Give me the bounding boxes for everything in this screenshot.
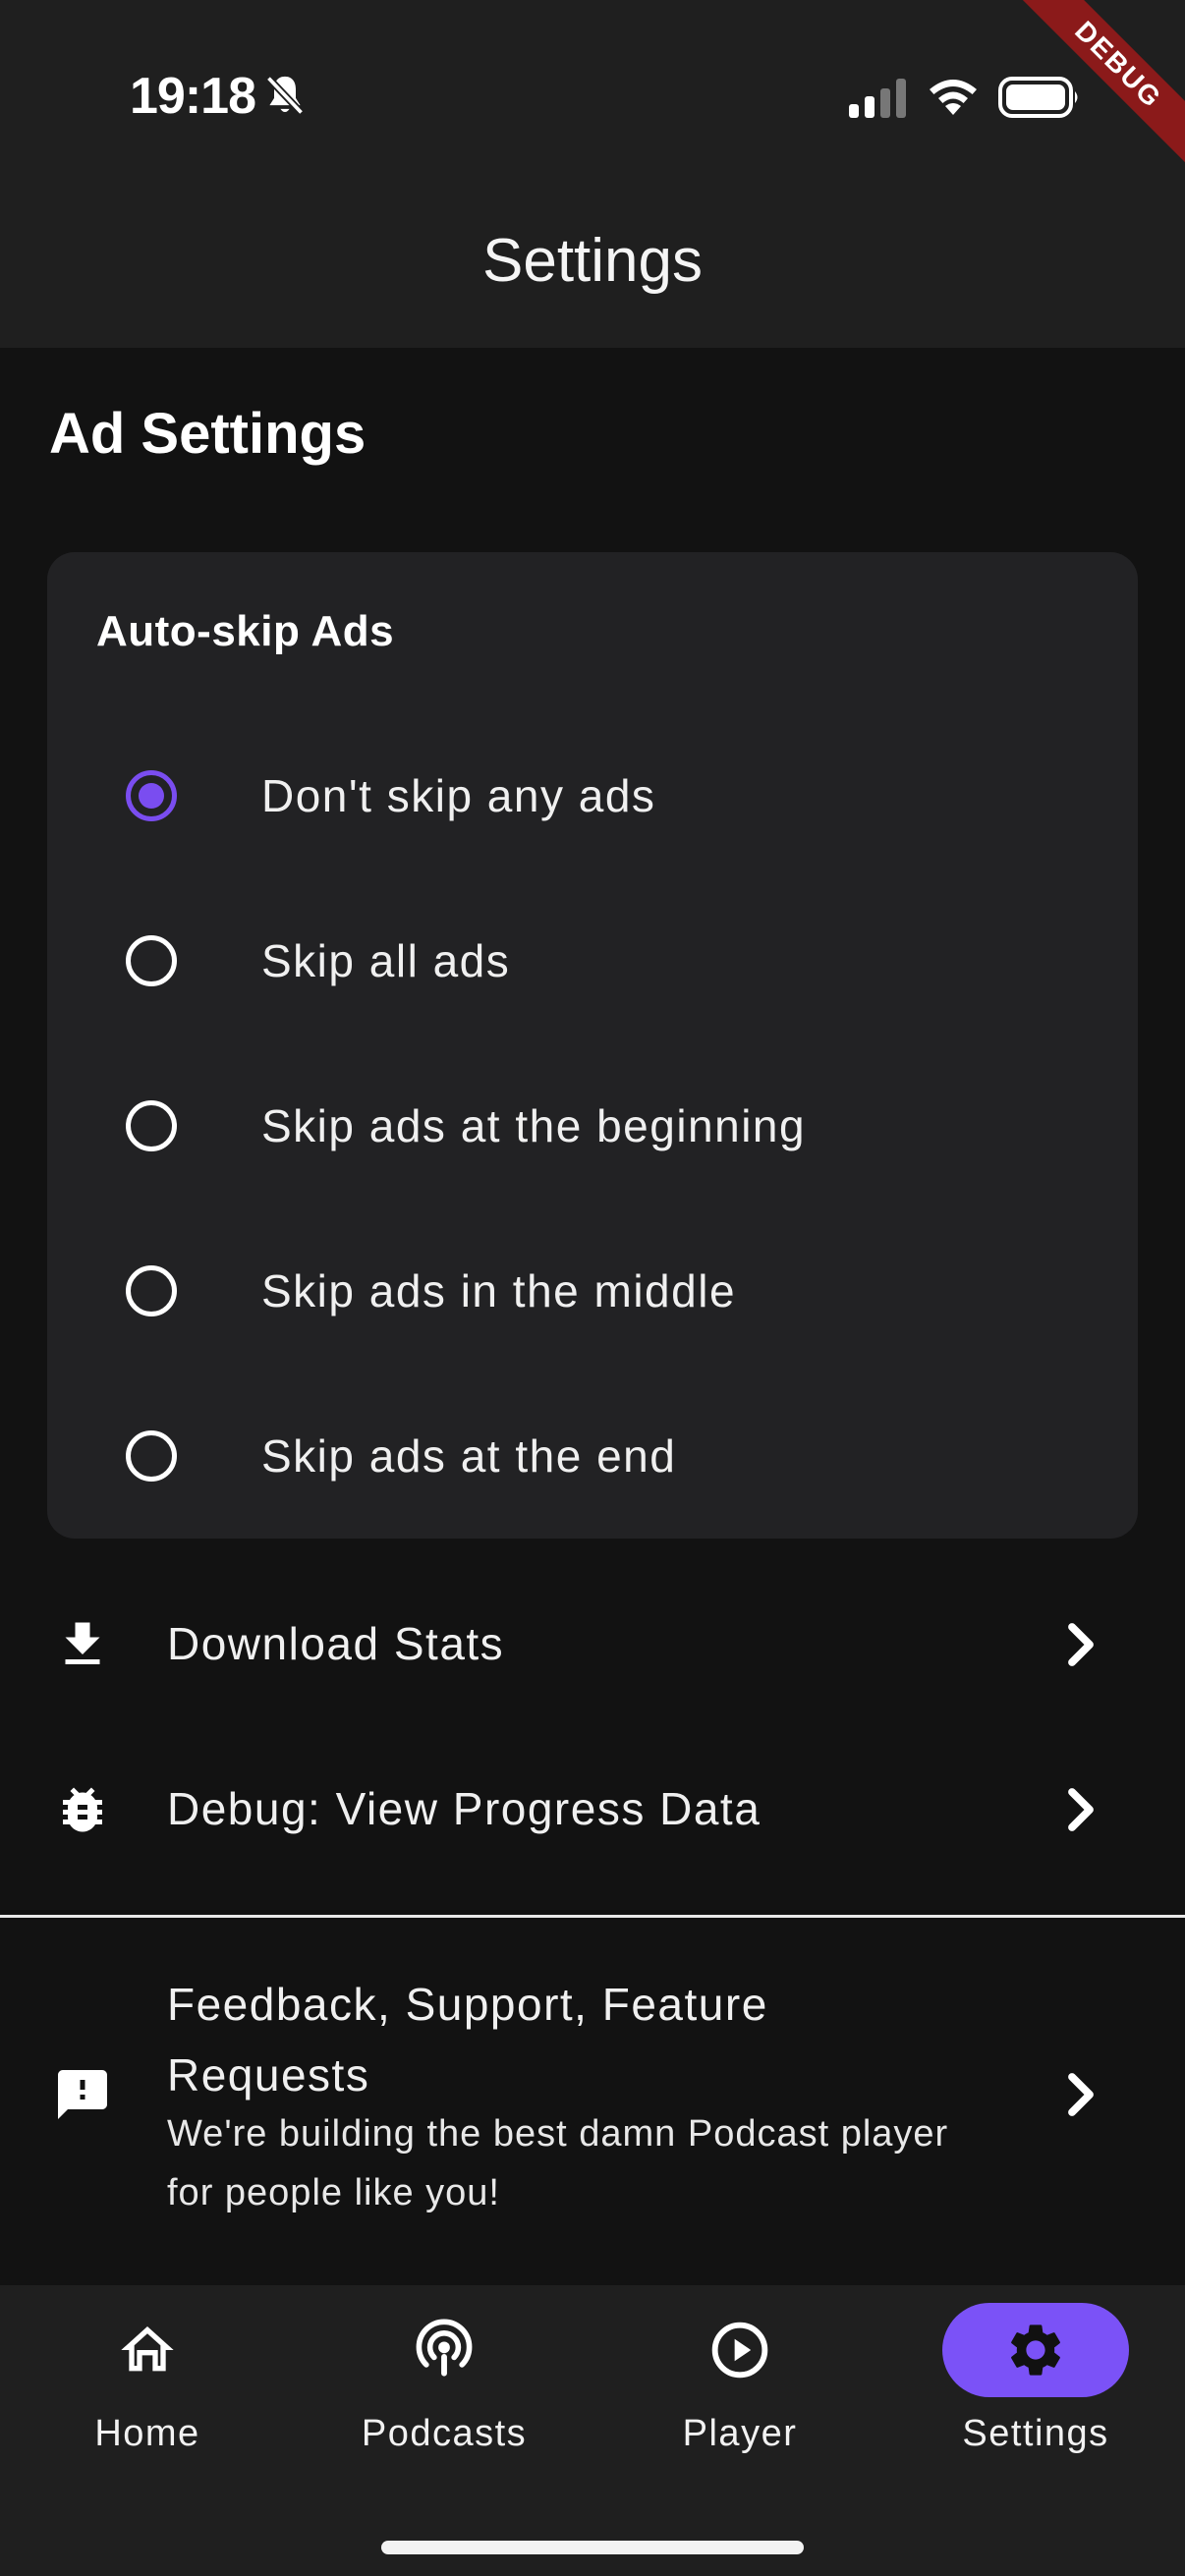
bottom-navigation: Home Podcasts Player Settings (0, 2285, 1185, 2576)
radio-option-label: Skip all ads (261, 935, 511, 986)
radio-option-skip-middle[interactable]: Skip ads in the middle (47, 1208, 1138, 1373)
status-time: 19:18 (130, 68, 256, 125)
radio-option-skip-beginning[interactable]: Skip ads at the beginning (47, 1043, 1138, 1208)
chevron-right-icon (1068, 2073, 1094, 2116)
radio-selected-icon[interactable] (126, 770, 177, 821)
radio-option-label: Skip ads at the beginning (261, 1100, 807, 1151)
download-icon (65, 1622, 100, 1664)
status-bar: 19:18 (0, 0, 1185, 187)
nav-label: Settings (962, 2413, 1109, 2454)
nav-label: Home (94, 2413, 200, 2454)
home-indicator (381, 2541, 804, 2554)
auto-skip-title: Auto-skip Ads (96, 607, 395, 655)
home-icon (121, 2326, 174, 2372)
bell-muted-icon (265, 76, 305, 116)
page-title: Settings (481, 227, 704, 295)
list-item-label: Download Stats (167, 1618, 505, 1669)
podcast-icon (416, 2319, 473, 2377)
play-circle-icon (711, 2322, 768, 2379)
radio-unselected-icon[interactable] (126, 1265, 177, 1316)
feedback-icon (58, 2070, 107, 2119)
nav-item-home[interactable]: Home (0, 2285, 295, 2482)
radio-option-skip-all[interactable]: Skip all ads (47, 878, 1138, 1043)
radio-option-label: Skip ads in the middle (261, 1265, 737, 1316)
nav-item-settings[interactable]: Settings (888, 2285, 1183, 2482)
auto-skip-card: Auto-skip Ads Don't skip any ads Skip al… (47, 552, 1138, 1539)
cellular-signal-icon (849, 79, 906, 118)
feedback-subtitle: We're building the best damn Podcast pla… (167, 2113, 949, 2213)
radio-option-label: Skip ads at the end (261, 1430, 677, 1482)
chevron-right-icon (1068, 1788, 1094, 1831)
nav-label: Player (682, 2413, 798, 2454)
app-bar: Settings (0, 187, 1185, 348)
battery-icon (998, 77, 1078, 118)
radio-option-skip-end[interactable]: Skip ads at the end (47, 1373, 1138, 1539)
bug-icon (63, 1787, 102, 1832)
radio-unselected-icon[interactable] (126, 1430, 177, 1482)
radio-option-label: Don't skip any ads (261, 770, 656, 821)
nav-label: Podcasts (361, 2413, 528, 2454)
wifi-icon (930, 80, 977, 115)
list-item-label: Debug: View Progress Data (167, 1783, 762, 1834)
radio-unselected-icon[interactable] (126, 1100, 177, 1151)
radio-option-dont-skip[interactable]: Don't skip any ads (47, 713, 1138, 878)
feedback-title: Feedback, Support, Feature Requests (167, 1979, 768, 2100)
radio-unselected-icon[interactable] (126, 935, 177, 986)
section-title-ad-settings: Ad Settings (49, 402, 367, 466)
list-item-debug-progress[interactable]: Debug: View Progress Data (0, 1727, 1185, 1892)
nav-item-player[interactable]: Player (592, 2285, 887, 2482)
gear-icon (1011, 2324, 1060, 2376)
nav-item-podcasts[interactable]: Podcasts (297, 2285, 592, 2482)
list-item-download-stats[interactable]: Download Stats (0, 1562, 1185, 1727)
chevron-right-icon (1068, 1623, 1094, 1666)
